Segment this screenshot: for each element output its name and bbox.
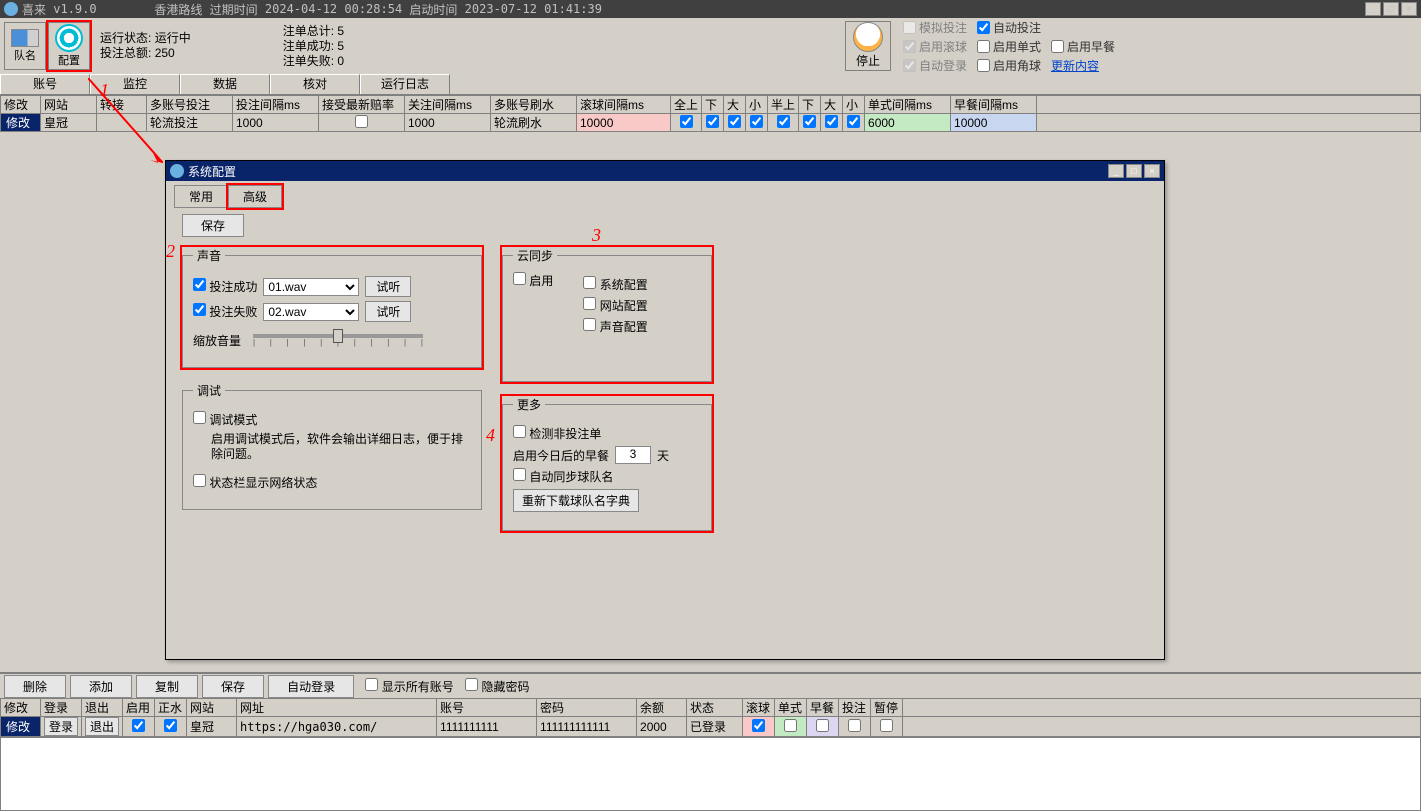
- sound-group: 声音 投注成功 01.wav 试听 投注失败 02.wav 试听 缩放音量: [182, 247, 482, 368]
- redownload-button[interactable]: 重新下载球队名字典: [513, 489, 639, 512]
- tab-data[interactable]: 数据: [180, 74, 270, 94]
- arrow-icon: [88, 78, 163, 163]
- volume-label: 缩放音量: [193, 332, 241, 349]
- expire-time: 2024-04-12 00:28:54: [265, 2, 402, 16]
- chk-debug-mode[interactable]: 调试模式: [193, 411, 257, 428]
- top-toolbar: 队名 配置 运行状态: 运行中 投注总额: 250 注单总计: 5 注单成功: …: [0, 18, 1421, 74]
- tab-verify[interactable]: 核对: [270, 74, 360, 94]
- delete-button[interactable]: 删除: [4, 675, 66, 698]
- team-button[interactable]: 队名: [4, 22, 46, 70]
- chk-sound-fail[interactable]: 投注失败: [193, 303, 257, 320]
- cloud-group: 云同步 启用 系统配置 网站配置 声音配置: [502, 247, 712, 382]
- status-block: 运行状态: 运行中 投注总额: 250: [100, 31, 191, 61]
- more-group: 更多 检测非投注单 启用今日后的早餐 3 天 自动同步球队名 重新下载球队名字典: [502, 396, 712, 531]
- chk-cloud-site[interactable]: 网站配置: [583, 297, 647, 314]
- acct-logout[interactable]: 退出: [85, 717, 119, 736]
- chk-cloud-enable[interactable]: 启用: [513, 274, 553, 288]
- bottom-panel: 删除 添加 复制 保存 自动登录 显示所有账号 隐藏密码 修改登录 退出启用 正…: [0, 672, 1421, 811]
- main-grid: 修改网站 转接多账号投注 投注间隔ms接受最新赔率 关注间隔ms多账号刷水 滚球…: [0, 95, 1421, 132]
- chk-hidepw[interactable]: 隐藏密码: [465, 678, 529, 695]
- save-button-bottom[interactable]: 保存: [202, 675, 264, 698]
- app-icon: [4, 2, 18, 16]
- autologin-button[interactable]: 自动登录: [268, 675, 354, 698]
- account-row[interactable]: 修改 登录 退出 皇冠 https://hga030.com/ 11111111…: [1, 717, 1421, 737]
- add-button[interactable]: 添加: [70, 675, 132, 698]
- grid-header: 修改网站 转接多账号投注 投注间隔ms接受最新赔率 关注间隔ms多账号刷水 滚球…: [1, 96, 1421, 114]
- days-spinner[interactable]: 3: [615, 446, 651, 464]
- chk-nonbet[interactable]: 检测非投注单: [513, 425, 601, 442]
- dialog-title: 系统配置: [188, 163, 236, 180]
- opt-auto[interactable]: 自动投注: [977, 19, 1041, 36]
- acct-enable[interactable]: [132, 719, 145, 732]
- accept-odds-check[interactable]: [355, 115, 368, 128]
- annot-3: 3: [592, 225, 601, 246]
- chk-autosync[interactable]: 自动同步球队名: [513, 468, 613, 485]
- account-header: 修改登录 退出启用 正水网站 网址账号 密码余额 状态滚球 单式早餐 投注暂停: [1, 699, 1421, 717]
- expire-label: 过期时间: [210, 1, 258, 18]
- stop-button[interactable]: 停止: [845, 21, 891, 71]
- account-grid: 修改登录 退出启用 正水网站 网址账号 密码余额 状态滚球 单式早餐 投注暂停 …: [0, 698, 1421, 737]
- volume-slider[interactable]: [253, 334, 423, 338]
- route: 香港路线: [154, 1, 202, 18]
- debug-hint: 启用调试模式后，软件会输出详细日志，便于排除问题。: [211, 432, 471, 462]
- cat-icon: [853, 22, 883, 52]
- team-icon: [11, 29, 39, 47]
- tab-account[interactable]: 账号: [0, 74, 90, 94]
- config-button[interactable]: 配置: [48, 22, 90, 70]
- main-tabs: 账号 监控 数据 核对 运行日志: [0, 74, 1421, 95]
- window-buttons: _ □ ×: [1365, 2, 1417, 16]
- tab-log[interactable]: 运行日志: [360, 74, 450, 94]
- sel-sound-ok[interactable]: 01.wav: [263, 278, 359, 296]
- account-grid-blank: [0, 737, 1421, 811]
- annot-2: 2: [166, 241, 175, 262]
- opt-corner[interactable]: 启用角球: [977, 57, 1041, 74]
- titlebar: 喜来 v1.9.0 香港路线 过期时间 2024-04-12 00:28:54 …: [0, 0, 1421, 18]
- opt-breakfast[interactable]: 启用早餐: [1051, 38, 1115, 55]
- try-ok-button[interactable]: 试听: [365, 276, 411, 297]
- start-time: 2023-07-12 01:41:39: [465, 2, 602, 16]
- dialog-tabs: 常用 高级: [166, 181, 1164, 208]
- grid-row[interactable]: 修改 皇冠 轮流投注1000 1000轮流刷水 10000 6000 10000: [1, 114, 1421, 132]
- debug-group: 调试 调试模式 启用调试模式后，软件会输出详细日志，便于排除问题。 状态栏显示网…: [182, 382, 482, 510]
- options-grid: 模拟投注 自动投注 启用滚球 启用单式 启用早餐 自动登录 启用角球 更新内容: [903, 19, 1115, 74]
- stats-block: 注单总计: 5 注单成功: 5 注单失败: 0: [283, 24, 344, 69]
- dialog-titlebar[interactable]: 系统配置 _ □ ×: [166, 161, 1164, 181]
- app-name: 喜来: [22, 1, 46, 18]
- acct-positive[interactable]: [164, 719, 177, 732]
- tab-advanced[interactable]: 高级: [228, 185, 282, 208]
- update-link[interactable]: 更新内容: [1051, 57, 1115, 74]
- edit-cell[interactable]: 修改: [1, 114, 41, 132]
- try-fail-button[interactable]: 试听: [365, 301, 411, 322]
- app-version: v1.9.0: [53, 2, 96, 16]
- system-config-dialog: 系统配置 _ □ × 常用 高级 保存 2 声音 投注成功 01.wav 试听: [165, 160, 1165, 660]
- minimize-button[interactable]: _: [1365, 2, 1381, 16]
- dlg-max[interactable]: □: [1126, 164, 1142, 178]
- dialog-icon: [170, 164, 184, 178]
- opt-roll[interactable]: 启用滚球: [903, 38, 967, 55]
- gear-icon: [55, 24, 83, 52]
- opt-sim[interactable]: 模拟投注: [903, 19, 967, 36]
- copy-button[interactable]: 复制: [136, 675, 198, 698]
- close-button[interactable]: ×: [1401, 2, 1417, 16]
- chk-statusbar[interactable]: 状态栏显示网络状态: [193, 474, 317, 491]
- annot-4: 4: [486, 425, 495, 446]
- tab-normal[interactable]: 常用: [174, 185, 228, 208]
- chk-cloud-sound[interactable]: 声音配置: [583, 318, 647, 335]
- acct-login[interactable]: 登录: [44, 717, 78, 736]
- chk-cloud-sys[interactable]: 系统配置: [583, 276, 647, 293]
- opt-autologin[interactable]: 自动登录: [903, 57, 967, 74]
- dlg-close[interactable]: ×: [1144, 164, 1160, 178]
- save-button[interactable]: 保存: [182, 214, 244, 237]
- dlg-min[interactable]: _: [1108, 164, 1124, 178]
- start-label: 启动时间: [409, 1, 457, 18]
- chk-sound-ok[interactable]: 投注成功: [193, 278, 257, 295]
- sel-sound-fail[interactable]: 02.wav: [263, 303, 359, 321]
- opt-single[interactable]: 启用单式: [977, 38, 1041, 55]
- bottom-controls: 删除 添加 复制 保存 自动登录 显示所有账号 隐藏密码: [0, 674, 1421, 698]
- chk-showall[interactable]: 显示所有账号: [365, 678, 453, 695]
- maximize-button[interactable]: □: [1383, 2, 1399, 16]
- acct-edit[interactable]: 修改: [1, 717, 41, 737]
